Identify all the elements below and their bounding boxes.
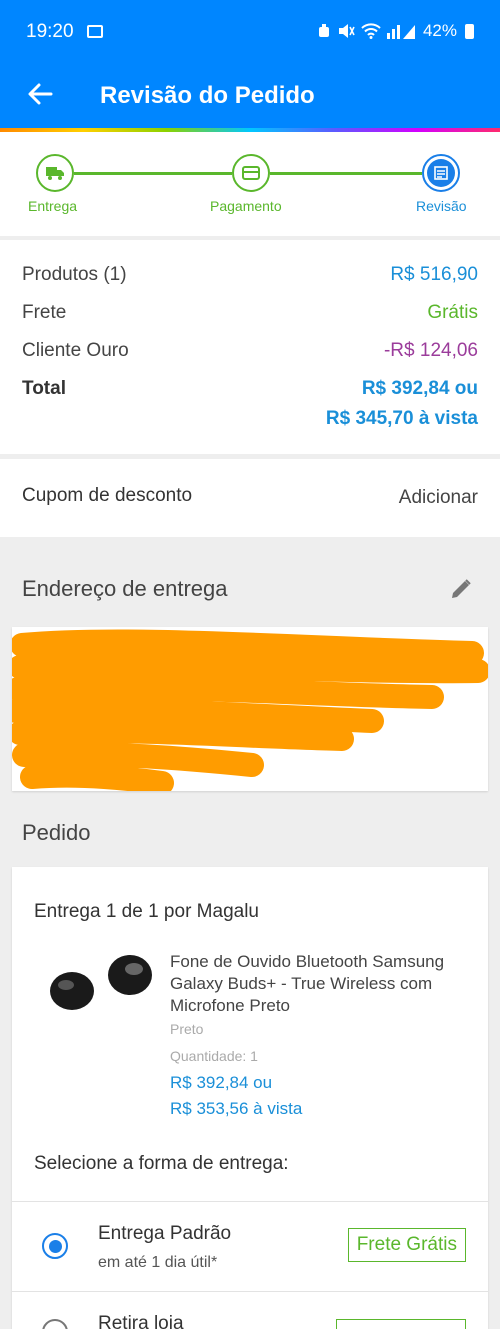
step-review-fill [427, 159, 455, 187]
battery-percent: 42% [422, 21, 457, 40]
edit-address-button[interactable] [446, 574, 476, 604]
arrow-back-icon [28, 83, 53, 105]
total-cash-value: R$ 345,70 à vista [325, 408, 478, 429]
battery-icon [465, 23, 474, 39]
standard-delivery-radio[interactable] [42, 1233, 68, 1259]
shipping-label: Frete [22, 302, 67, 323]
standard-delivery-title[interactable]: Entrega Padrão [98, 1223, 231, 1245]
address-section-title: Endereço de entrega [22, 576, 228, 601]
radio-selected-dot [48, 1239, 62, 1253]
gold-label: Cliente Ouro [22, 340, 129, 361]
address-card[interactable] [12, 627, 488, 791]
option-divider [12, 1291, 488, 1292]
wifi-icon [361, 23, 381, 39]
pencil-icon [452, 579, 471, 598]
total-value: R$ 392,84 ou [361, 378, 478, 399]
summary-row-total: Total R$ 392,84 ou [22, 378, 478, 400]
truck-icon [46, 167, 64, 180]
option-divider [12, 1201, 488, 1202]
standard-delivery-subtitle: em até 1 dia útil* [98, 1254, 218, 1271]
page-title: Revisão do Pedido [100, 82, 315, 109]
checkout-steps: Entrega Pagamento Revisão [0, 132, 500, 236]
signal-icon [386, 25, 415, 39]
product-image[interactable] [30, 939, 160, 1049]
status-bar: 19:20 42% [0, 0, 500, 62]
product-name[interactable]: Fone de Ouvido Bluetooth Samsung Galaxy … [170, 951, 470, 1017]
product-price: R$ 392,84 ou [170, 1073, 273, 1092]
summary-row-gold: Cliente Ouro -R$ 124,06 [22, 340, 478, 362]
back-button[interactable] [22, 76, 58, 112]
order-summary: Produtos (1) R$ 516,90 Frete Grátis Clie… [0, 240, 500, 454]
store-pickup-radio[interactable] [42, 1319, 68, 1329]
shipping-value: Grátis [427, 302, 478, 323]
coupon-label: Cupom de desconto [22, 485, 193, 506]
step-delivery[interactable] [36, 154, 74, 192]
store-pickup-badge [336, 1319, 466, 1329]
product-cash-price: R$ 353,56 à vista [170, 1099, 303, 1118]
step-label-delivery: Entrega [28, 198, 78, 214]
products-value: R$ 516,90 [390, 264, 478, 285]
status-time: 19:20 [26, 21, 74, 42]
step-label-payment: Pagamento [210, 198, 282, 214]
total-label: Total [22, 378, 66, 399]
step-review[interactable] [422, 154, 460, 192]
coupon-row[interactable]: Cupom de desconto Adicionar [0, 459, 500, 537]
product-color: Preto [170, 1021, 204, 1037]
gold-value: -R$ 124,06 [383, 340, 478, 361]
card-icon [242, 166, 260, 180]
products-label: Produtos (1) [22, 264, 127, 285]
summary-row-products: Produtos (1) R$ 516,90 [22, 264, 478, 286]
step-label-review: Revisão [416, 198, 467, 214]
app-bar: Revisão do Pedido [0, 62, 500, 128]
mute-icon [338, 24, 355, 38]
image-notification-icon [87, 25, 103, 38]
seller-line: Entrega 1 de 1 por Magalu [34, 901, 259, 922]
step-connector [74, 172, 232, 175]
step-connector [270, 172, 422, 175]
alarm-icon [318, 24, 329, 37]
add-coupon-button[interactable]: Adicionar [399, 487, 478, 509]
store-pickup-title[interactable]: Retira loja [98, 1313, 184, 1329]
review-icon [434, 166, 448, 180]
summary-row-total-cash: R$ 345,70 à vista [22, 408, 478, 430]
product-quantity: Quantidade: 1 [170, 1048, 258, 1064]
redaction-scribble [12, 629, 488, 791]
status-icons: 42% [317, 21, 474, 41]
summary-row-shipping: Frete Grátis [22, 302, 478, 324]
free-shipping-badge: Frete Grátis [347, 1228, 466, 1262]
delivery-method-title: Selecione a forma de entrega: [34, 1153, 289, 1174]
order-card: Entrega 1 de 1 por Magalu Fone de Ouvido… [12, 867, 488, 1329]
order-section-title: Pedido [22, 820, 91, 845]
step-payment[interactable] [232, 154, 270, 192]
